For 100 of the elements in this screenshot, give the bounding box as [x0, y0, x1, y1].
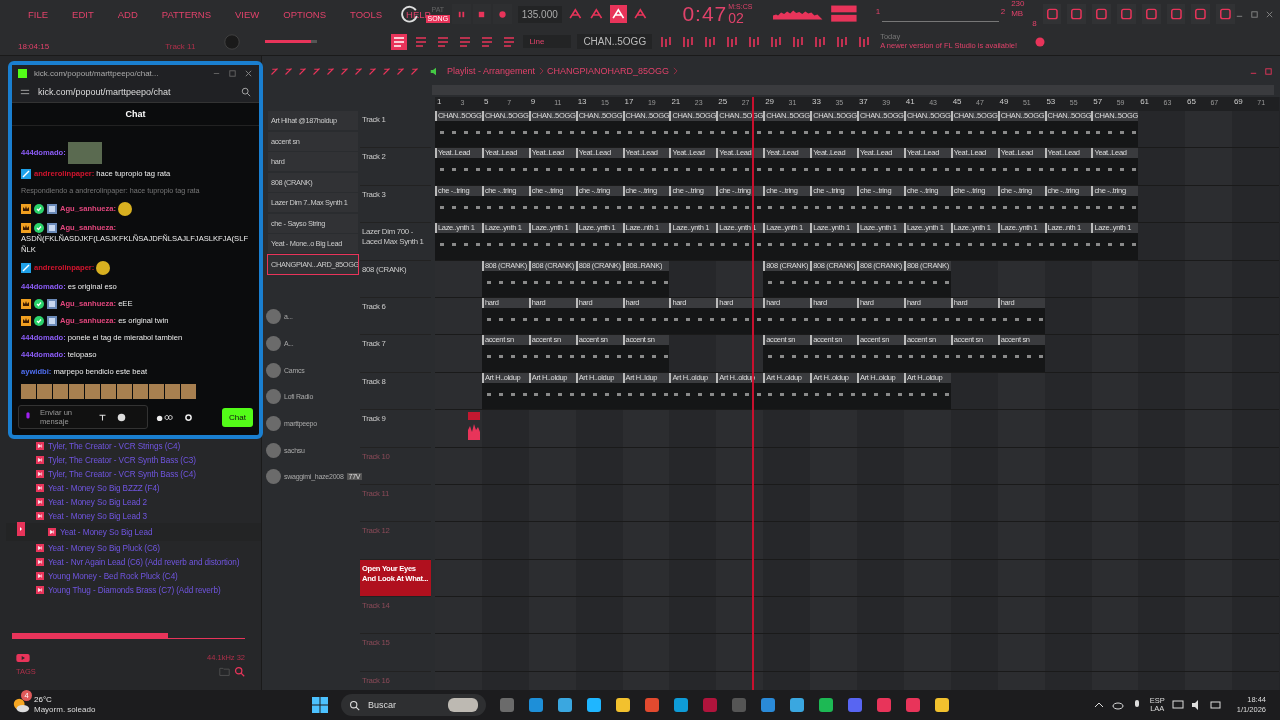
- monitor-icon[interactable]: [1171, 699, 1184, 711]
- tool-icon[interactable]: [382, 66, 391, 76]
- toolbar-icon[interactable]: [391, 33, 408, 50]
- snap-dropdown[interactable]: Line: [523, 35, 572, 48]
- time-centiseconds: 02: [728, 9, 745, 26]
- tempo-display[interactable]: 135.000: [517, 5, 562, 23]
- breadcrumb-item[interactable]: Playlist - Arrangement: [447, 66, 536, 76]
- tool-icon[interactable]: [270, 66, 279, 76]
- play-icon[interactable]: [16, 653, 30, 662]
- volume-slider[interactable]: [265, 40, 312, 43]
- avatar-circle: [266, 336, 281, 352]
- zoom-icon[interactable]: [241, 87, 251, 97]
- chevron-icon: [539, 67, 545, 75]
- menu-item[interactable]: PATTERNS: [161, 8, 212, 20]
- window-title: kick.com/popout/marttpeepo/chat...: [34, 69, 160, 78]
- taskbar-app-icon[interactable]: [615, 697, 631, 713]
- polyphony-readout: 8: [1032, 19, 1037, 29]
- sun-cloud-icon[interactable]: [12, 696, 30, 714]
- start-icon[interactable]: [312, 697, 328, 713]
- target-label: Track 11: [165, 42, 196, 51]
- verified-badge-icon: [34, 316, 44, 326]
- menu-item[interactable]: TOOLS: [350, 8, 383, 20]
- pattern-selector[interactable]: CHAN..5OGG: [577, 34, 653, 49]
- stop-icon[interactable]: [477, 9, 487, 19]
- settings-icon[interactable]: [184, 412, 193, 422]
- translate-icon[interactable]: [98, 412, 107, 422]
- menu-item[interactable]: ADD: [117, 8, 138, 20]
- taskbar-app-icon[interactable]: [934, 697, 950, 713]
- preset-icon: [36, 512, 44, 520]
- taskbar-app-icon[interactable]: [528, 697, 544, 713]
- maximize-icon[interactable]: [1263, 66, 1273, 76]
- pattern-number: 2: [1000, 6, 1006, 16]
- emote-placeholder: [118, 202, 133, 216]
- avatar-circle: [266, 416, 281, 432]
- preset-icon: [36, 484, 44, 492]
- verified-badge-icon: [34, 204, 44, 214]
- taskbar-app-icon[interactable]: [673, 697, 689, 713]
- tool-icon[interactable]: [312, 66, 321, 76]
- taskbar-app-icon[interactable]: [644, 697, 660, 713]
- verified-badge-icon: [34, 299, 44, 309]
- search-icon[interactable]: [349, 699, 360, 711]
- sword-badge-icon: [21, 169, 31, 179]
- menu-item[interactable]: EDIT: [72, 8, 94, 20]
- tool-icon[interactable]: [368, 66, 377, 76]
- avatar-circle: [266, 389, 281, 405]
- taskbar-app-icon[interactable]: [760, 697, 776, 713]
- tool-icon[interactable]: [410, 66, 419, 76]
- crown-badge-icon: [21, 299, 31, 309]
- close-icon[interactable]: [244, 69, 253, 78]
- menu-item[interactable]: VIEW: [235, 8, 260, 20]
- taskbar-app-icon[interactable]: [818, 697, 834, 713]
- globe-icon[interactable]: [1034, 35, 1047, 48]
- avatar-circle: [266, 362, 281, 378]
- sliders-icon[interactable]: [20, 87, 30, 97]
- image-placeholder: [67, 142, 102, 164]
- crown-badge-icon: [21, 316, 31, 326]
- record-icon[interactable]: [497, 9, 507, 19]
- menu-item[interactable]: FILE: [28, 8, 49, 20]
- taskbar-app-icon[interactable]: [876, 697, 892, 713]
- preset-icon: [36, 586, 44, 594]
- tool-icon[interactable]: [326, 66, 335, 76]
- pause-icon[interactable]: [456, 9, 466, 19]
- pattern-number: 1: [875, 6, 881, 16]
- preset-icon: [36, 572, 44, 580]
- tool-icon[interactable]: [354, 66, 363, 76]
- breadcrumb-item[interactable]: CHANGPIANOHARD_85OGG: [547, 66, 670, 76]
- preset-icon: [36, 470, 44, 478]
- maximize-icon[interactable]: [1250, 9, 1259, 19]
- cloud-icon[interactable]: [1111, 699, 1124, 711]
- emoji-icon[interactable]: [117, 412, 126, 422]
- crown-badge-icon: [21, 204, 31, 214]
- memory-readout: 230 MB: [1011, 0, 1026, 19]
- clock-text: 18:04:15: [18, 42, 50, 51]
- verified-badge-icon: [34, 223, 44, 233]
- tool-icon[interactable]: [396, 66, 405, 76]
- preset-icon: [36, 544, 44, 552]
- tool-icon[interactable]: [298, 66, 307, 76]
- taskbar-app-icon[interactable]: [905, 697, 921, 713]
- app-logo-icon: [18, 69, 27, 78]
- taskbar-app-icon[interactable]: [586, 697, 602, 713]
- tool-icon[interactable]: [340, 66, 349, 76]
- close-icon[interactable]: [1265, 9, 1274, 19]
- preset-icon: [36, 442, 44, 450]
- search-placeholder[interactable]: Buscar: [368, 700, 396, 710]
- audio-clip[interactable]: [467, 412, 480, 441]
- taskbar-app-icon[interactable]: [789, 697, 805, 713]
- search-highlight-image[interactable]: [448, 698, 478, 712]
- avatar-circle: [266, 469, 281, 485]
- battery-icon[interactable]: [1209, 699, 1222, 711]
- chat-send-button[interactable]: Chat: [222, 407, 253, 427]
- maximize-icon[interactable]: [228, 69, 237, 78]
- speaker-icon[interactable]: [430, 66, 439, 76]
- crown-badge-icon: [21, 223, 31, 233]
- temperature-text: 26°C: [34, 695, 53, 705]
- tool-icon[interactable]: [284, 66, 293, 76]
- preset-icon: [36, 498, 44, 506]
- menu-item[interactable]: OPTIONS: [283, 8, 327, 20]
- taskbar-app-icon[interactable]: [557, 697, 573, 713]
- search-field[interactable]: Buscar: [341, 694, 486, 716]
- sword-badge-icon: [21, 263, 31, 273]
